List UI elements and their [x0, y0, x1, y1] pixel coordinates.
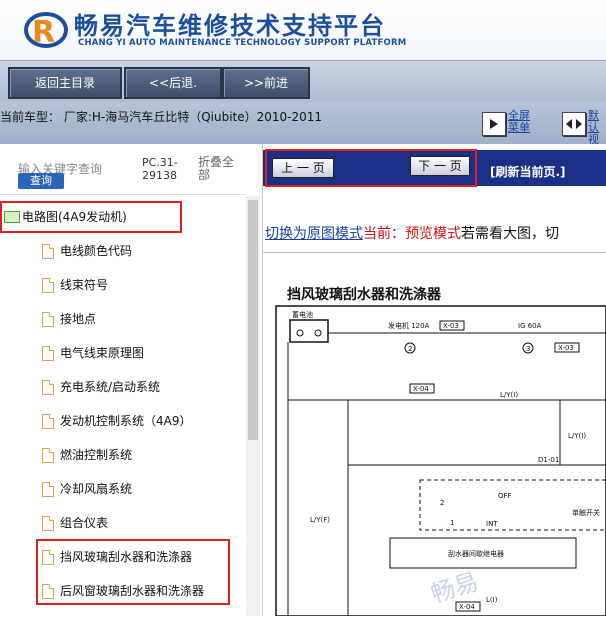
- home-button[interactable]: 返回主目录: [8, 67, 122, 99]
- tree-item-label: 线束符号: [60, 278, 109, 292]
- forward-button[interactable]: >>前进: [222, 67, 310, 99]
- svg-text:R: R: [32, 15, 55, 50]
- tree-item-label: 组合仪表: [60, 516, 109, 530]
- diode-label: D1-01: [538, 456, 559, 464]
- mode-hint: 若需看大图，切: [461, 226, 559, 242]
- mode-line: 切换为原图模式当前：预览模式若需看大图，切: [265, 223, 559, 243]
- toolbar: 返回主目录 <<后退. >>前进: [0, 60, 606, 103]
- wire-ly-label: L/Y(I): [500, 391, 518, 399]
- search-button[interactable]: 查询: [18, 173, 64, 189]
- collapse-all-link[interactable]: 折叠全部: [198, 156, 238, 182]
- document-icon: [42, 312, 54, 327]
- svg-text:X-04: X-04: [459, 603, 475, 611]
- svg-text:3: 3: [526, 345, 530, 353]
- default-view-icon[interactable]: [562, 112, 586, 136]
- pc-code: PC.31-29138: [142, 156, 178, 182]
- fuse2-label: IG 60A: [518, 322, 542, 330]
- tree-item-label: 燃油控制系统: [60, 448, 133, 462]
- svg-text:2: 2: [408, 345, 412, 353]
- svg-text:L(I): L(I): [486, 596, 498, 604]
- tree-item-label: 电线颜色代码: [60, 244, 133, 258]
- document-icon: [42, 278, 54, 293]
- tree-item-label: 冷却风扇系统: [60, 482, 133, 496]
- refresh-link[interactable]: [刷新当前页.]: [490, 163, 566, 180]
- fullscreen-icon[interactable]: [482, 112, 506, 136]
- x04-connector: X-04: [413, 385, 429, 393]
- scrollbar-thumb[interactable]: [248, 200, 258, 440]
- wire-lyf-label: L/Y(F): [310, 516, 330, 524]
- app-title: 畅易汽车维修技术支持平台: [74, 12, 386, 40]
- tree-item-label: 充电系统/启动系统: [60, 380, 161, 394]
- document-icon: [42, 448, 54, 463]
- document-icon: [42, 516, 54, 531]
- tree-item-label: 发动机控制系统（4A9）: [60, 414, 192, 428]
- platform-logo-icon: R: [24, 12, 68, 50]
- document-icon: [42, 244, 54, 259]
- back-button[interactable]: <<后退.: [124, 67, 222, 99]
- document-icon: [42, 482, 54, 497]
- fuse2-connector: X-03: [558, 344, 574, 352]
- current-mode-label: 当前：预览模式: [363, 226, 461, 242]
- svg-text:OFF: OFF: [498, 492, 512, 500]
- current-car-model: 当前车型： 厂家:H-海马汽车丘比特（Qiubite）2010-2011: [0, 110, 323, 124]
- app-subtitle: CHANG YI AUTO MAINTENANCE TECHNOLOGY SUP…: [78, 38, 407, 48]
- svg-text:INT: INT: [486, 520, 498, 528]
- document-icon: [42, 380, 54, 395]
- document-icon: [42, 414, 54, 429]
- fullscreen-link[interactable]: 全屏 菜单: [508, 110, 530, 134]
- divider: [0, 194, 246, 195]
- highlight-box: [36, 539, 230, 605]
- tree-item-label: 电气线束原理图: [60, 346, 145, 360]
- svg-text:2: 2: [440, 499, 444, 507]
- switch-original-mode-link[interactable]: 切换为原图模式: [265, 226, 363, 242]
- svg-text:L/Y(I): L/Y(I): [568, 432, 586, 440]
- wiring-diagram: 蓄电池 发电机 120A X-03 2 IG 60A 3 X-03 X-04 L…: [275, 305, 606, 616]
- fuse1-connector: X-03: [443, 322, 459, 330]
- tree-item-label: 接地点: [60, 312, 97, 326]
- highlight-box: [0, 201, 182, 233]
- svg-text:1: 1: [450, 519, 454, 527]
- document-icon: [42, 346, 54, 361]
- relay-label: 刮水器间歇继电器: [448, 549, 504, 558]
- battery-label: 蓄电池: [292, 310, 313, 319]
- single-touch-switch-label: 单触开关: [572, 508, 600, 517]
- battery-box: [289, 319, 329, 343]
- fuse1-label: 发电机 120A: [388, 321, 430, 330]
- highlight-box: [265, 149, 477, 187]
